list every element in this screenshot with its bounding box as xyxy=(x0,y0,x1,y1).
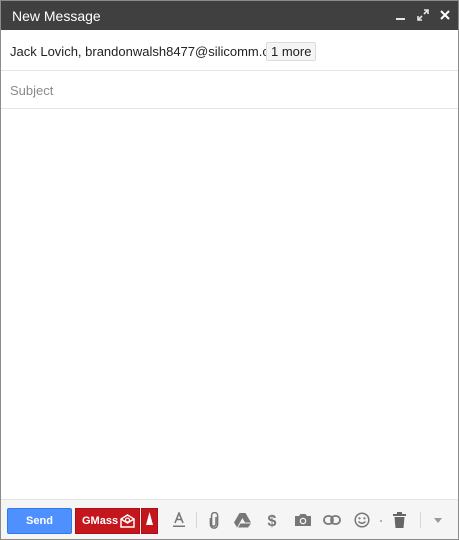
trash-icon[interactable] xyxy=(389,510,409,530)
close-icon[interactable] xyxy=(438,8,452,22)
attach-icon[interactable] xyxy=(204,510,224,530)
subject-row xyxy=(1,71,458,109)
svg-text:$: $ xyxy=(268,513,277,529)
expand-icon[interactable] xyxy=(416,8,430,22)
compose-title: New Message xyxy=(12,8,101,24)
recipients-field[interactable]: Jack Lovich, brandonwalsh8477@silicomm.c… xyxy=(1,30,458,71)
link-icon[interactable] xyxy=(322,510,342,530)
compose-toolbar: Send GMass $ xyxy=(1,499,458,539)
gmass-label: GMass xyxy=(82,515,119,527)
toolbar-divider xyxy=(196,512,197,528)
more-options-icon[interactable] xyxy=(428,510,448,530)
toolbar-dot xyxy=(380,520,382,522)
recipients-list[interactable]: Jack Lovich, brandonwalsh8477@silicomm.c… xyxy=(10,44,287,59)
toolbar-divider-2 xyxy=(420,512,421,528)
message-body[interactable] xyxy=(1,109,458,499)
gmass-settings-button[interactable] xyxy=(141,508,158,534)
more-recipients-chip[interactable]: 1 more xyxy=(266,42,317,61)
photo-icon[interactable] xyxy=(293,510,313,530)
text-formatting-icon[interactable] xyxy=(169,510,189,530)
drive-icon[interactable] xyxy=(232,510,252,530)
compose-header[interactable]: New Message xyxy=(1,1,458,30)
emoji-icon[interactable] xyxy=(352,510,372,530)
minimize-icon[interactable] xyxy=(394,8,408,22)
gmass-button[interactable]: GMass xyxy=(75,508,140,534)
compose-window: New Message Jack Lovich, brandonwalsh847… xyxy=(0,0,459,540)
send-button[interactable]: Send xyxy=(7,508,72,534)
gmass-envelope-icon xyxy=(120,514,135,531)
money-icon[interactable]: $ xyxy=(262,510,282,530)
gmass-arrow-icon xyxy=(146,512,153,530)
subject-input[interactable] xyxy=(10,81,440,99)
